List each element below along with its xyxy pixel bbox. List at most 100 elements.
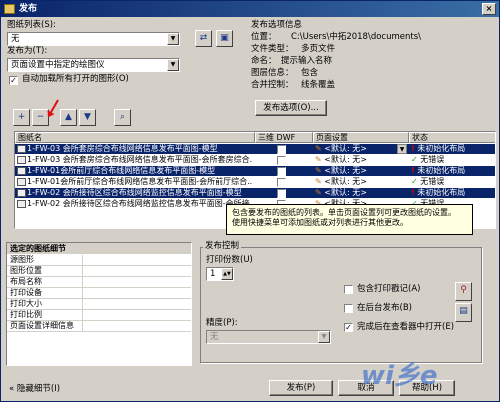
filetype-value: 多页文件 [301, 44, 336, 54]
page-setup-cell[interactable]: ✎ <默认: 无> [315, 177, 407, 187]
table-row[interactable]: 1-FW-03 会所套房综合布线网络信息发布平面图-会所套房综合... ✎ <默认… [15, 155, 495, 165]
hide-details-label: 隐藏细节(I) [16, 384, 61, 394]
dwf-checkbox-cell[interactable] [277, 166, 289, 176]
col-header-status[interactable]: 状态 [409, 132, 495, 143]
table-row[interactable]: 1-FW-01会所前厅综合布线网络信息发布平面图-模型 ✎ <默认: 无> ! 未初… [15, 166, 495, 176]
open-viewer-checkbox[interactable]: ✓ [344, 323, 353, 332]
sheet-name: 1-FW-01会所前厅综合布线网络信息发布平面图-会所前厅综合... [27, 177, 253, 186]
sheet-name: 1-FW-03 会所套房综合布线网络信息发布平面图-模型 [27, 144, 218, 153]
sheet-name-cell: 1-FW-02 会所接待区综合布线网络监控信息发布平面图-会所接... [17, 199, 253, 209]
table-row[interactable]: 1-FW-01会所前厅综合布线网络信息发布平面图-会所前厅综合... ✎ <默认:… [15, 177, 495, 187]
publish-to-label: 发布为(T): [7, 46, 48, 56]
preview-icon[interactable]: ⌕ [114, 109, 131, 126]
page-setup-icon: ✎ [315, 177, 322, 186]
page-setup-value: <默认: 无> [324, 177, 367, 186]
page-setup-cell[interactable]: ✎ <默认: 无> [315, 188, 407, 198]
divider [82, 321, 83, 331]
copies-stepper[interactable]: 1 ▲▼ [206, 267, 234, 281]
table-row[interactable]: 1-FW-03 会所套房综合布线网络信息发布平面图-模型 ✎ <默认: 无> ▼ ! … [15, 144, 495, 154]
sheet-list-value: 无 [11, 34, 20, 44]
background-settings-icon[interactable]: ▤ [455, 303, 472, 322]
chevron-down-icon: ▼ [318, 331, 330, 343]
load-sheet-list-button[interactable]: ⇄ [195, 30, 212, 47]
publish-control-title: 发布控制 [203, 241, 242, 252]
save-sheet-list-button[interactable]: ▣ [216, 30, 233, 47]
stepper-arrows-icon[interactable]: ▲▼ [221, 268, 233, 280]
close-icon[interactable]: × [482, 3, 496, 15]
publish-to-value: 页面设置中指定的绘图仪 [11, 60, 105, 70]
dwf-checkbox-cell[interactable] [277, 177, 289, 187]
dwf-checkbox[interactable] [277, 189, 286, 198]
chevron-down-icon: ▼ [167, 33, 179, 45]
checkmark-icon: ✓ [411, 155, 418, 164]
precision-select[interactable]: 无 ▼ [206, 330, 331, 344]
sheet-icon [17, 166, 26, 175]
publish-to-select[interactable]: 页面设置中指定的绘图仪 ▼ [7, 58, 180, 72]
sheet-name-cell: 1-FW-03 会所套房综合布线网络信息发布平面图-会所套房综合... [17, 155, 253, 165]
hide-details-link[interactable]: « 隐藏细节(I) [9, 384, 60, 395]
status-cell: ✓ 无错误 [411, 177, 495, 187]
sheet-detail-label: 打印大小 [10, 299, 42, 308]
include-stamp-label: 包含打印戳记(A) [357, 284, 421, 294]
publish-dialog: 发布 × 图纸列表(S): 无 ▼ ⇄ ▣ 发布为(T): 页面设置中指定的绘图… [0, 0, 500, 402]
sheet-detail-row: 布局名称 [7, 277, 191, 288]
page-setup-cell[interactable]: ✎ <默认: 无> ▼ [315, 144, 407, 154]
status-cell: ! 未初始化布局 [411, 144, 495, 154]
warning-icon: ! [411, 144, 415, 153]
status-cell: ! 未初始化布局 [411, 166, 495, 176]
status-text: 无错误 [420, 177, 445, 186]
page-setup-cell[interactable]: ✎ <默认: 无> [315, 166, 407, 176]
divider [82, 266, 83, 276]
chevron-down-icon[interactable]: ▼ [397, 144, 407, 154]
include-stamp-checkbox[interactable] [344, 285, 353, 294]
col-header-page-setup[interactable]: 页面设置 [313, 132, 409, 143]
sheet-icon [17, 188, 26, 197]
dwf-checkbox[interactable] [277, 178, 286, 187]
table-row[interactable]: 1-FW-02 会所接待区综合布线网络监控信息发布平面图-模型 ✎ <默认: 无>… [15, 188, 495, 198]
col-header-3d-dwf[interactable]: 三维 DWF [255, 132, 313, 143]
status-cell: ! 未初始化布局 [411, 188, 495, 198]
move-up-icon[interactable]: ▲ [60, 109, 77, 126]
sheet-detail-label: 源图形 [10, 255, 34, 264]
page-setup-value: <默认: 无> [324, 166, 367, 175]
watermark: wi乡e [361, 359, 491, 393]
page-setup-cell[interactable]: ✎ <默认: 无> [315, 155, 407, 165]
divider [82, 255, 83, 265]
page-setup-icon: ✎ [315, 155, 322, 164]
sheet-detail-row: 打印设备 [7, 288, 191, 299]
stamp-settings-icon[interactable]: ⚲ [455, 282, 472, 301]
sheet-icon [17, 144, 26, 153]
sheet-name-cell: 1-FW-01会所前厅综合布线网络信息发布平面图-模型 [17, 166, 253, 176]
auto-load-checkbox[interactable]: ✓ [9, 76, 18, 85]
sheet-detail-label: 图形位置 [10, 266, 42, 275]
sheet-detail-label: 页面设置详细信息 [10, 321, 74, 330]
col-header-name[interactable]: 图纸名 [15, 132, 255, 143]
sheet-detail-row: 页面设置详细信息 [7, 321, 191, 332]
add-sheets-icon[interactable]: + [13, 109, 30, 126]
watermark-text: wi乡e [361, 361, 438, 391]
dwf-checkbox[interactable] [277, 145, 286, 154]
sheet-name: 1-FW-01会所前厅综合布线网络信息发布平面图-模型 [27, 166, 216, 175]
merge-value: 线条覆盖 [301, 80, 336, 90]
dwf-checkbox[interactable] [277, 167, 286, 176]
publish-options-button[interactable]: 发布选项(O)... [255, 100, 327, 116]
publish-button[interactable]: 发布(P) [269, 380, 333, 396]
sheet-details-title: 选定的图纸细节 [7, 243, 191, 254]
dwf-checkbox[interactable] [277, 156, 286, 165]
chevron-down-icon: ▼ [167, 59, 179, 71]
background-publish-checkbox[interactable] [344, 304, 353, 313]
dwf-checkbox-cell[interactable] [277, 188, 289, 198]
sheet-icon [17, 155, 26, 164]
naming-value: 提示输入名称 [281, 56, 333, 66]
copies-value: 1 [210, 269, 216, 279]
page-setup-value: <默认: 无> [324, 188, 367, 197]
sheet-detail-label: 布局名称 [10, 277, 42, 286]
sheet-name-cell: 1-FW-02 会所接待区综合布线网络监控信息发布平面图-模型 [17, 188, 253, 198]
move-down-icon[interactable]: ▼ [79, 109, 96, 126]
dwf-checkbox-cell[interactable] [277, 155, 289, 165]
dwf-checkbox-cell[interactable] [277, 144, 289, 154]
window-title: 发布 [19, 4, 38, 14]
sheet-list-select[interactable]: 无 ▼ [7, 32, 180, 46]
checkmark-icon: ✓ [411, 177, 418, 186]
auto-load-label: 自动加载所有打开的图形(O) [22, 74, 129, 84]
